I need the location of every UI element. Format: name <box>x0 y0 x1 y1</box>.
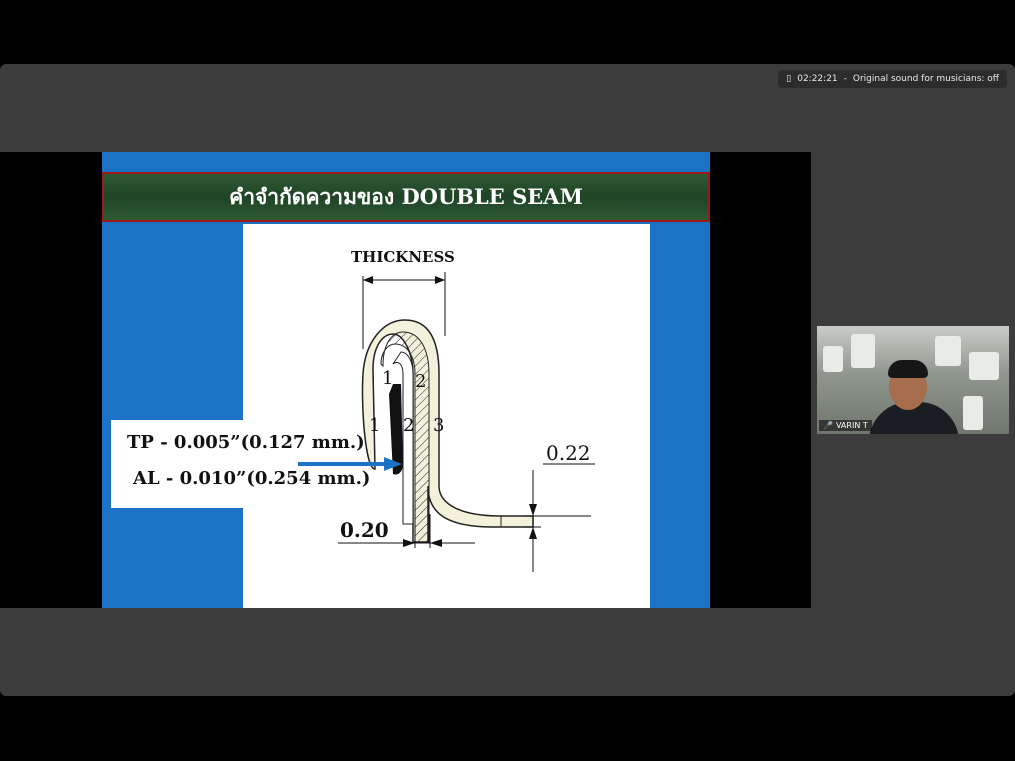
thickness-arrow-right <box>435 276 445 284</box>
top-status-bar[interactable]: ▯ 02:22:21 - Original sound for musician… <box>778 70 1007 88</box>
participant-hair <box>888 360 928 378</box>
background-machine <box>969 352 999 380</box>
timer: 02:22:21 <box>797 74 838 84</box>
slide-title: คำจำกัดความของ DOUBLE SEAM <box>229 183 583 209</box>
layer-label-2: 2 <box>403 415 414 436</box>
dim-020-arrow-right <box>430 539 442 547</box>
dim-022-arrow-bottom <box>529 527 537 539</box>
screen-share-area: คำจำกัดความของ DOUBLE SEAM THICKNESS 1 2… <box>0 152 811 608</box>
recording-icon: ▯ <box>786 74 792 84</box>
thickness-arrow-left <box>363 276 373 284</box>
background-machine <box>851 334 875 368</box>
participant-name: VARIN T <box>835 421 868 430</box>
layer-label-1-top: 1 <box>382 368 393 389</box>
spec-tp-text: TP - 0.005”(0.127 mm.) <box>127 432 365 453</box>
double-seam-diagram: THICKNESS 1 2 1 2 3 0.20 0.22 <box>338 248 595 572</box>
dim-020-label: 0.20 <box>340 518 389 542</box>
callout-arrow <box>298 457 402 471</box>
original-sound-toggle[interactable]: Original sound for musicians: off <box>853 70 999 88</box>
participant-video-tile[interactable]: 🎤 VARIN T <box>817 326 1009 434</box>
background-machine <box>935 336 961 366</box>
dim-022-arrow-top <box>529 504 537 516</box>
participant-name-tag: 🎤 VARIN T <box>819 420 872 431</box>
diagram-area: THICKNESS 1 2 1 2 3 0.20 0.22 <box>243 224 650 608</box>
thickness-label: THICKNESS <box>351 248 455 266</box>
seam-outer-curl <box>361 319 534 543</box>
mic-muted-icon: 🎤 <box>823 421 833 430</box>
layer-label-1: 1 <box>369 415 380 436</box>
background-machine <box>823 346 843 372</box>
layer-label-3: 3 <box>433 415 444 436</box>
layer-label-2-top: 2 <box>415 371 426 392</box>
presentation-slide: คำจำกัดความของ DOUBLE SEAM THICKNESS 1 2… <box>102 152 710 608</box>
background-machine <box>963 396 983 430</box>
slide-title-bar: คำจำกัดความของ DOUBLE SEAM <box>102 172 710 222</box>
meeting-window: ▯ 02:22:21 - Original sound for musician… <box>0 64 1015 696</box>
dim-022-label: 0.22 <box>546 441 591 465</box>
separator: - <box>843 74 847 84</box>
